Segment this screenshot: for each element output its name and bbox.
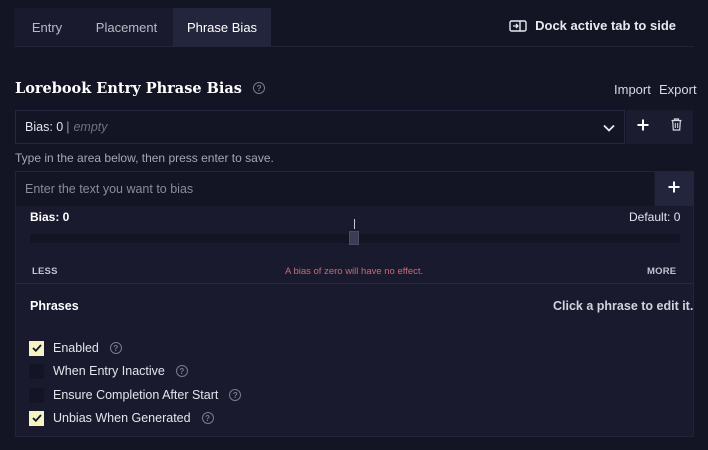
help-circle-icon[interactable]: ? — [201, 412, 214, 424]
bias-slider-handle[interactable] — [349, 231, 359, 245]
option-label: Enabled — [53, 341, 99, 355]
plus-icon — [668, 180, 680, 198]
export-button[interactable]: Export — [659, 82, 697, 97]
bias-group-select[interactable]: Bias: 0 | empty — [15, 110, 625, 144]
option-unbias-when-generated[interactable]: Unbias When Generated ? — [29, 410, 214, 426]
when-entry-inactive-checkbox[interactable] — [29, 363, 44, 379]
ensure-completion-checkbox[interactable] — [29, 387, 44, 403]
option-label: Ensure Completion After Start — [53, 388, 219, 402]
checkmark-icon — [31, 414, 42, 422]
option-enabled[interactable]: Enabled ? — [29, 340, 122, 356]
dock-tab-button[interactable]: Dock active tab to side — [509, 18, 676, 33]
delete-bias-group-button[interactable] — [659, 110, 693, 144]
enabled-checkbox[interactable] — [29, 340, 44, 356]
slider-default-marker — [354, 219, 355, 229]
help-circle-icon[interactable]: ? — [109, 342, 122, 354]
phrases-heading: Phrases — [30, 299, 79, 313]
bias-warning: A bias of zero will have no effect. — [285, 266, 424, 277]
phrase-entry-hint: Type in the area below, then press enter… — [15, 151, 274, 165]
help-circle-icon[interactable]: ? — [229, 389, 242, 401]
section-title-text: Lorebook Entry Phrase Bias — [15, 80, 242, 97]
unbias-when-generated-checkbox[interactable] — [29, 410, 44, 426]
bias-group-value: Bias: 0 — [25, 120, 64, 134]
option-label: Unbias When Generated — [53, 411, 191, 425]
help-circle-icon[interactable]: ? — [253, 82, 266, 94]
bias-group-separator: | — [66, 120, 70, 134]
panel-divider — [16, 283, 693, 284]
bias-default-label: Default: 0 — [629, 210, 681, 224]
tab-bar-divider — [14, 46, 694, 47]
add-phrase-button[interactable] — [655, 172, 693, 206]
phrase-input[interactable] — [16, 172, 654, 206]
dock-tab-label: Dock active tab to side — [535, 18, 676, 33]
phrases-hint: Click a phrase to edit it. — [553, 299, 694, 313]
bias-value-label: Bias: 0 — [30, 210, 70, 224]
dock-side-icon — [509, 19, 527, 33]
checkmark-icon — [31, 344, 42, 352]
chevron-down-icon[interactable] — [596, 118, 622, 138]
option-ensure-completion[interactable]: Ensure Completion After Start ? — [29, 387, 242, 403]
option-when-entry-inactive[interactable]: When Entry Inactive ? — [29, 363, 188, 379]
tab-phrase-bias[interactable]: Phrase Bias — [173, 8, 271, 46]
plus-icon — [637, 118, 649, 136]
section-title: Lorebook Entry Phrase Bias ? — [15, 80, 266, 97]
tab-entry[interactable]: Entry — [14, 8, 80, 46]
option-label: When Entry Inactive — [53, 364, 165, 378]
bias-group-name-placeholder: empty — [73, 120, 108, 134]
add-bias-group-button[interactable] — [626, 110, 659, 144]
slider-max-label: MORE — [647, 266, 677, 277]
slider-min-label: LESS — [32, 266, 58, 277]
import-button[interactable]: Import — [614, 82, 651, 97]
tab-placement[interactable]: Placement — [80, 8, 173, 46]
help-circle-icon[interactable]: ? — [175, 365, 188, 377]
trash-icon — [671, 118, 682, 136]
